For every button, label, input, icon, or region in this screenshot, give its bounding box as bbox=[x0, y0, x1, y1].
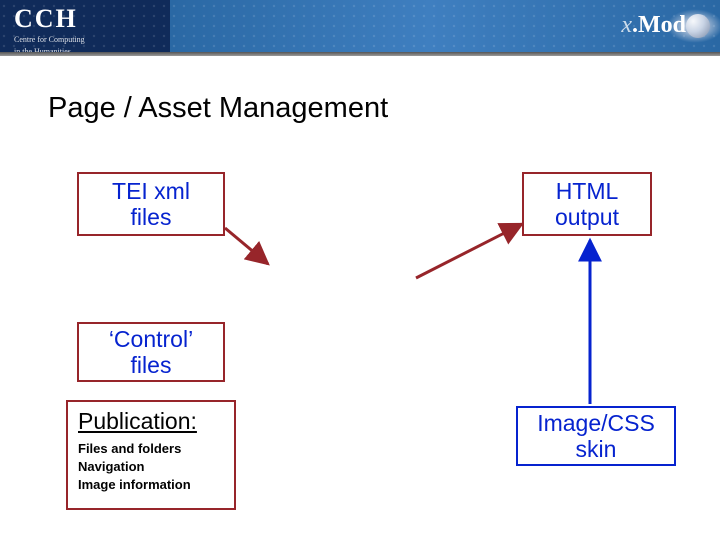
node-control-line2: files bbox=[131, 352, 172, 378]
globe-icon bbox=[686, 14, 710, 38]
arrow-xmod-to-html bbox=[416, 224, 522, 278]
node-publication-heading: Publication: bbox=[78, 408, 197, 434]
node-image-css-skin: Image/CSS skin bbox=[516, 406, 676, 466]
node-skin-line2: skin bbox=[576, 436, 617, 462]
node-control-files: ‘Control’ files bbox=[77, 322, 225, 382]
cch-logo-abbr: CCH bbox=[14, 6, 85, 32]
node-html-line1: HTML bbox=[556, 178, 619, 204]
node-publication-items: Files and folders Navigation Image infor… bbox=[78, 440, 191, 493]
arrow-tei-to-xmod bbox=[225, 228, 268, 264]
xmod-wordmark: x.Mod bbox=[621, 12, 686, 39]
node-publication-item: Navigation bbox=[78, 458, 191, 476]
node-publication: Publication: Files and folders Navigatio… bbox=[66, 400, 236, 510]
node-control-line1: ‘Control’ bbox=[109, 326, 193, 352]
cch-logo-sub1: Centre for Computing bbox=[14, 36, 85, 44]
top-banner: CCH Centre for Computing in the Humaniti… bbox=[0, 0, 720, 52]
xmod-prefix: x bbox=[621, 12, 632, 38]
slide: CCH Centre for Computing in the Humaniti… bbox=[0, 0, 720, 540]
node-tei-xml-files: TEI xml files bbox=[77, 172, 225, 236]
node-publication-item: Files and folders bbox=[78, 440, 191, 458]
cch-logo: CCH Centre for Computing in the Humaniti… bbox=[14, 6, 85, 57]
banner-underline bbox=[0, 52, 720, 56]
node-tei-line1: TEI xml bbox=[112, 178, 190, 204]
node-html-output: HTML output bbox=[522, 172, 652, 236]
node-html-line2: output bbox=[555, 204, 619, 230]
node-tei-line2: files bbox=[131, 204, 172, 230]
xmod-name: .Mod bbox=[632, 12, 686, 38]
slide-title: Page / Asset Management bbox=[48, 92, 388, 125]
node-publication-item: Image information bbox=[78, 476, 191, 494]
node-skin-line1: Image/CSS bbox=[537, 410, 655, 436]
